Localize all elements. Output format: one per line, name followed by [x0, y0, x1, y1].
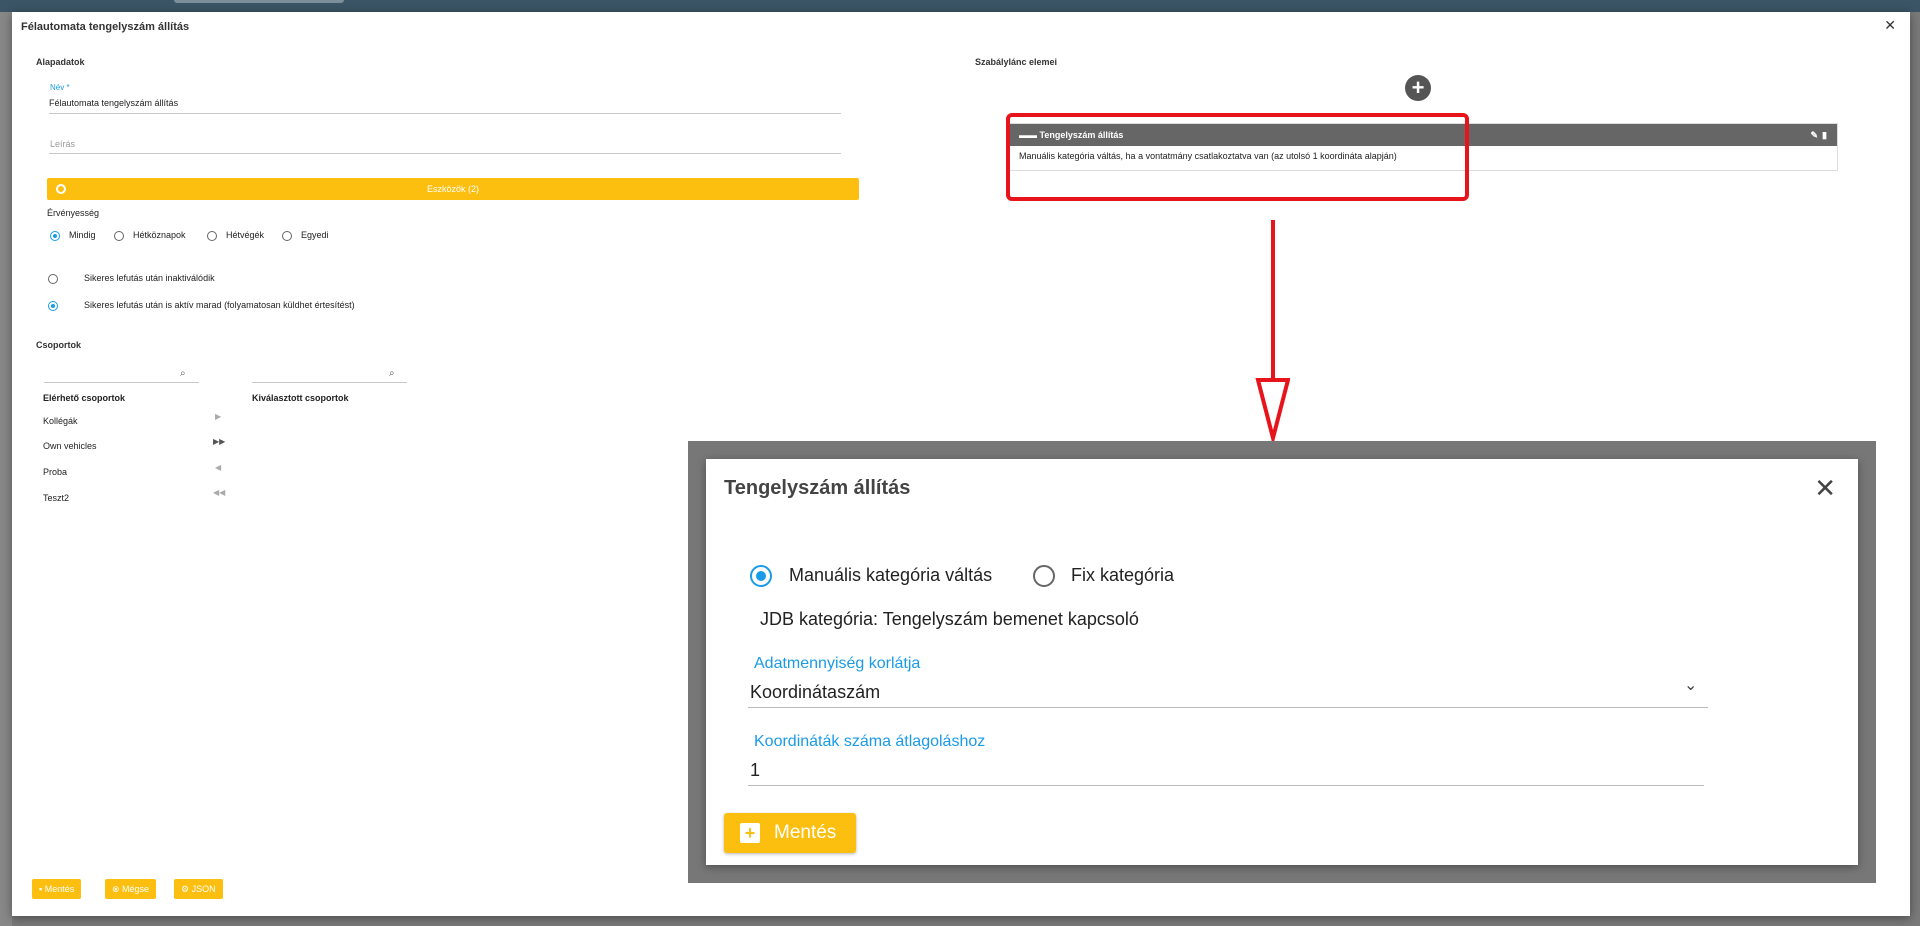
section-title-basic: Alapadatok: [36, 57, 85, 67]
name-underline: [49, 113, 841, 114]
cancel-button[interactable]: ⊗ Mégse: [105, 879, 157, 899]
app-topbar: [0, 0, 1920, 12]
radio-hetvegek[interactable]: [207, 231, 217, 241]
section-title-groups: Csoportok: [36, 340, 81, 350]
limit-label: Adatmennyiség korlátja: [754, 655, 921, 672]
save-button[interactable]: + Mentés: [724, 813, 856, 853]
save-button-label: Mentés: [44, 884, 75, 894]
radio-label-egyedi: Egyedi: [301, 230, 329, 240]
radio-label-hetkoznapok: Hétköznapok: [133, 230, 186, 240]
selected-search-input[interactable]: [252, 382, 407, 383]
radio-label-fixed: Fix kategória: [1071, 565, 1175, 585]
close-icon[interactable]: ✕: [1814, 473, 1836, 504]
radio-hetkoznapok[interactable]: [114, 231, 124, 241]
move-all-right-icon[interactable]: ▶▶: [213, 437, 225, 446]
json-button[interactable]: ⚙ JSON: [174, 879, 223, 899]
list-item[interactable]: Kollégák: [43, 416, 78, 426]
section-title-rules: Szabálylánc elemei: [975, 57, 1058, 67]
radio-label-mindig: Mindig: [69, 230, 96, 240]
search-icon[interactable]: ⌕: [180, 368, 186, 379]
available-groups-title: Elérhető csoportok: [43, 393, 126, 403]
radio-label-hetvegek: Hétvégék: [226, 230, 265, 240]
coords-underline: [748, 785, 1704, 786]
description-underline: [49, 153, 841, 154]
validity-label: Érvényesség: [47, 208, 100, 218]
radio-egyedi[interactable]: [282, 231, 292, 241]
background-sidebar: [0, 12, 12, 926]
chevron-down-icon[interactable]: ⌄: [1684, 675, 1697, 695]
description-field[interactable]: Leírás: [50, 139, 75, 149]
selected-groups-title: Kiválasztott csoportok: [252, 393, 349, 403]
available-search-input[interactable]: [44, 382, 199, 383]
save-button-label: Mentés: [774, 822, 837, 843]
coords-field[interactable]: 1: [750, 760, 760, 781]
radio-label-inactivate: Sikeres lefutás után inaktiválódik: [84, 273, 215, 283]
delete-icon[interactable]: ▮: [1822, 130, 1831, 140]
move-all-left-icon[interactable]: ◀◀: [213, 488, 225, 497]
modal-title: Tengelyszám állítás: [724, 477, 911, 499]
close-icon[interactable]: ✕: [1884, 17, 1896, 34]
move-left-icon[interactable]: ◀: [215, 463, 221, 472]
tab-stub: [174, 0, 344, 3]
highlight-arrow: [1255, 220, 1290, 445]
json-button-label: JSON: [191, 884, 216, 894]
coords-label: Koordináták száma átlagoláshoz: [754, 733, 986, 750]
radio-stay-active[interactable]: [48, 301, 58, 311]
radio-mindig[interactable]: [50, 231, 60, 241]
limit-select[interactable]: Koordinátaszám: [750, 682, 880, 703]
jdb-category-text: JDB kategória: Tengelyszám bemenet kapcs…: [760, 609, 1139, 629]
add-rule-button[interactable]: +: [1405, 75, 1431, 101]
radio-manual[interactable]: [750, 565, 772, 587]
radio-label-stay-active: Sikeres lefutás után is aktív marad (fol…: [84, 300, 355, 310]
radio-fixed[interactable]: [1033, 565, 1055, 587]
radio-inactivate[interactable]: [48, 274, 58, 284]
add-circle-icon: [56, 184, 66, 194]
axle-count-modal: Tengelyszám állítás ✕ Manuális kategória…: [706, 459, 1858, 865]
dialog-title: Félautomata tengelyszám állítás: [21, 21, 190, 33]
tools-button[interactable]: Eszközök (2): [47, 178, 859, 200]
radio-label-manual: Manuális kategória váltás: [789, 565, 993, 585]
cancel-button-label: Mégse: [122, 884, 150, 894]
move-right-icon[interactable]: ▶: [215, 412, 221, 421]
plus-icon: +: [740, 823, 760, 843]
name-label: Név *: [50, 83, 70, 92]
list-item[interactable]: Teszt2: [43, 493, 69, 503]
search-icon[interactable]: ⌕: [389, 368, 395, 379]
name-field[interactable]: Félautomata tengelyszám állítás: [49, 98, 178, 108]
limit-underline: [748, 707, 1708, 708]
save-button[interactable]: ▪ Mentés: [32, 879, 82, 899]
edit-icon[interactable]: ✎: [1811, 130, 1823, 140]
tools-button-label: Eszközök (2): [426, 184, 479, 194]
highlight-box: [1006, 113, 1469, 201]
list-item[interactable]: Own vehicles: [43, 441, 97, 451]
list-item[interactable]: Proba: [43, 467, 67, 477]
